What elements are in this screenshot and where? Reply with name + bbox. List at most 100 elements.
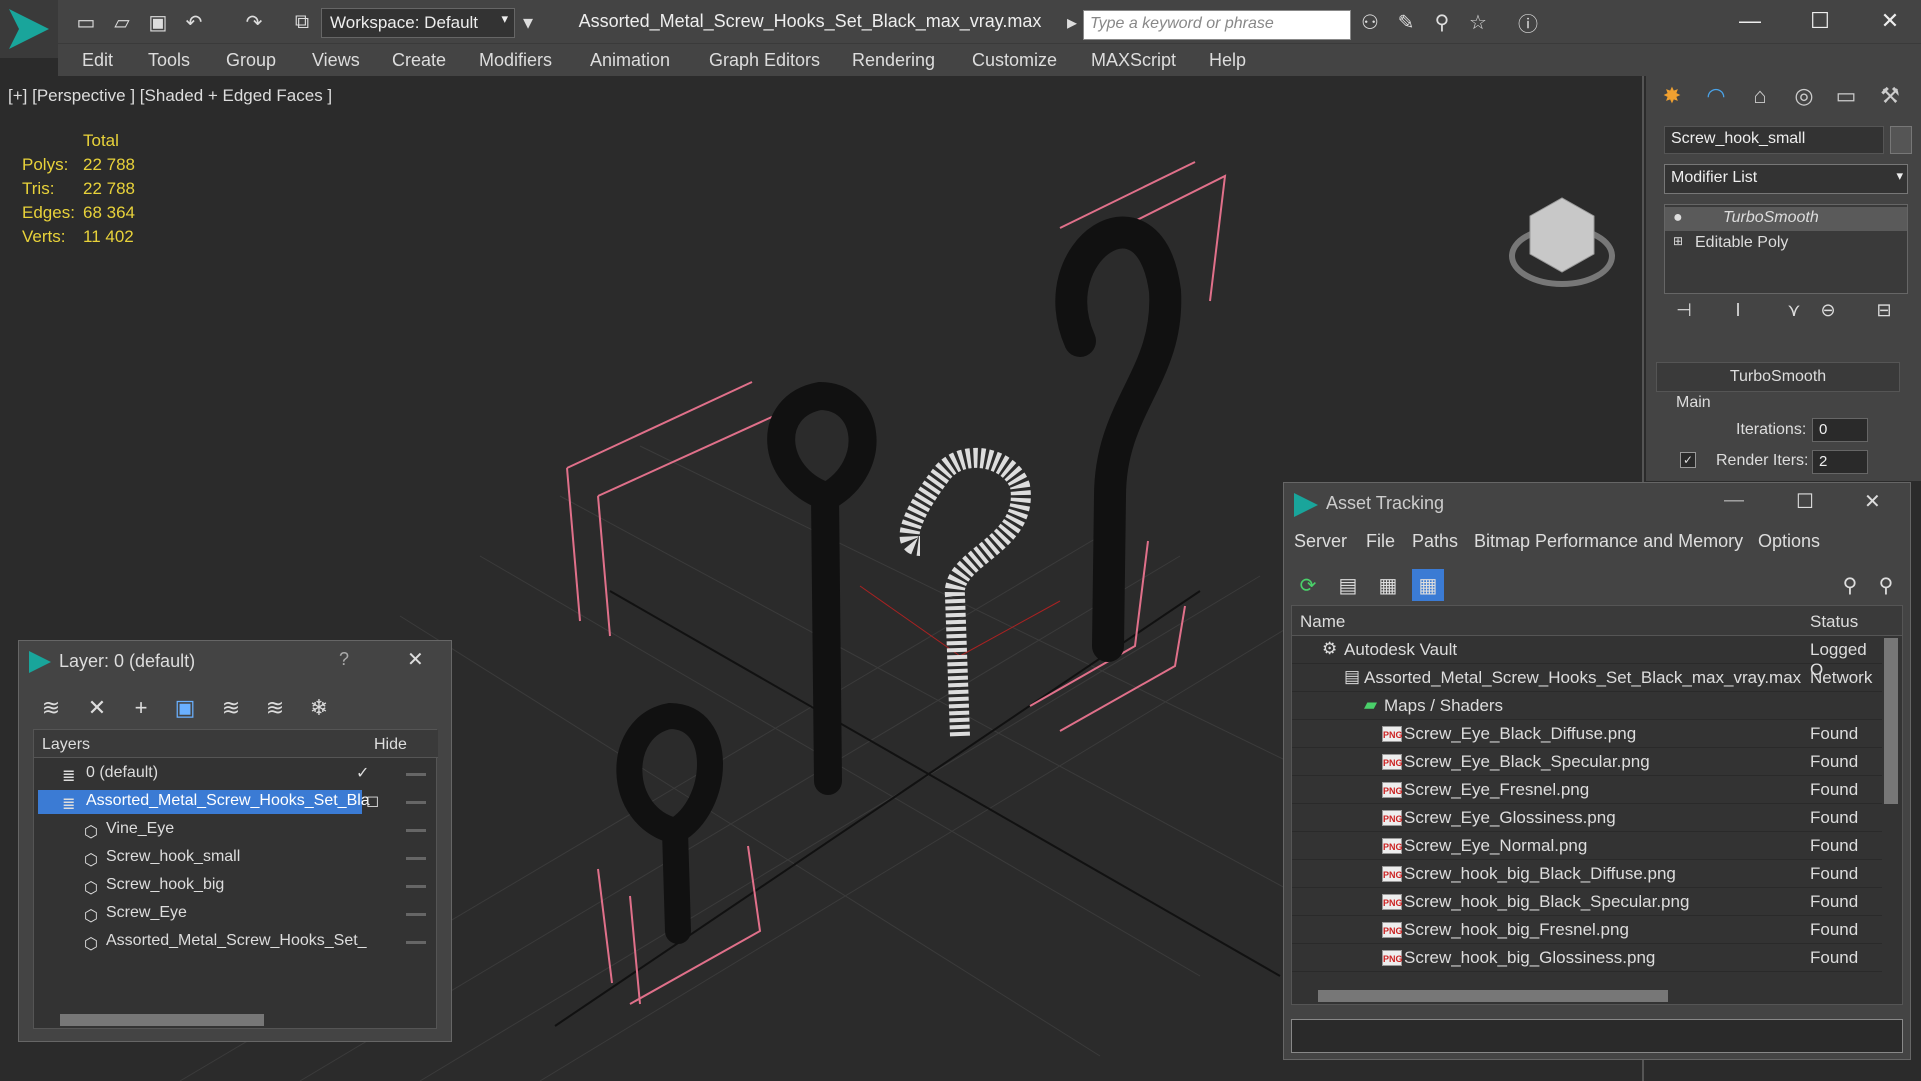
tools-icon[interactable]: ✎ [1392,8,1420,36]
asset-row[interactable]: PNG Screw_Eye_Fresnel.png Found [1292,776,1882,804]
menu-maxscript[interactable]: MAXScript [1091,50,1176,71]
layer-row[interactable]: ⬡ Assorted_Metal_Screw_Hooks_Set_ [34,928,438,956]
minimize-button[interactable]: — [1724,489,1744,512]
add-to-layer-icon[interactable]: + [125,693,157,723]
select-objects-icon[interactable]: ▣ [169,693,201,723]
help-button[interactable]: ? [339,649,349,670]
help-icon[interactable]: ⓘ [1514,8,1542,36]
configure-sets-icon[interactable]: ⊟ [1870,296,1898,324]
project-icon[interactable]: ⧉ [288,8,316,36]
favorites-icon[interactable]: ☆ [1464,8,1492,36]
col-hide[interactable]: Hide [374,736,407,754]
search-expand-icon[interactable]: ▸ [1058,8,1086,36]
menu-rendering[interactable]: Rendering [852,50,935,71]
list-view-icon[interactable]: ▤ [1332,569,1364,601]
table-view-icon[interactable]: ▦ [1412,569,1444,601]
layer-row[interactable]: ≣ Assorted_Metal_Screw_Hooks_Set_Bla ◻ [34,788,438,816]
stack-item-turbosmooth[interactable]: ● TurboSmooth [1665,207,1907,231]
workspace-menu-icon[interactable]: ▾ [514,8,542,36]
asset-row[interactable]: PNG Screw_Eye_Glossiness.png Found [1292,804,1882,832]
asset-row[interactable]: ⚙ Autodesk Vault Logged O [1292,636,1882,679]
maximize-button[interactable]: ☐ [1796,489,1814,514]
menu-file[interactable]: File [1366,531,1395,552]
col-status[interactable]: Status [1810,612,1858,632]
refresh-icon[interactable]: ⟳ [1292,569,1324,601]
hide-toggle[interactable] [406,829,426,832]
object-color-swatch[interactable] [1890,126,1912,154]
show-end-result-icon[interactable]: Ι [1724,296,1752,324]
menu-help[interactable]: Help [1209,50,1246,71]
modifier-list-dropdown[interactable]: Modifier List ▾ [1664,164,1908,194]
remove-modifier-icon[interactable]: ⊖ [1814,296,1842,324]
display-tab-icon[interactable]: ▭ [1830,80,1862,112]
modify-tab-icon[interactable]: ◠ [1700,80,1732,112]
menu-bitmap-performance[interactable]: Bitmap Performance and Memory [1474,531,1743,552]
create-layer-icon[interactable]: ≋ [35,693,67,723]
menu-group[interactable]: Group [226,50,276,71]
render-iters-checkbox[interactable]: ✓ [1680,452,1696,468]
col-layers[interactable]: Layers [42,736,90,754]
horizontal-scrollbar[interactable] [1318,990,1668,1002]
freeze-all-layers-icon[interactable]: ❄ [303,693,335,723]
minimize-button[interactable]: — [1720,2,1780,40]
render-iters-spinner[interactable]: 2 [1812,450,1868,474]
hide-toggle[interactable] [406,857,426,860]
layer-row[interactable]: ⬡ Screw_Eye [34,900,438,928]
search-input[interactable]: Type a keyword or phrase [1083,10,1351,40]
asset-row[interactable]: ▤ Assorted_Metal_Screw_Hooks_Set_Black_ma… [1292,664,1882,692]
layer-row[interactable]: ⬡ Screw_hook_small [34,844,438,872]
menu-customize[interactable]: Customize [972,50,1057,71]
hierarchy-tab-icon[interactable]: ⌂ [1744,80,1776,112]
highlight-layer-icon[interactable]: ≋ [215,693,247,723]
binoculars-icon[interactable]: ⚇ [1356,8,1384,36]
menu-edit[interactable]: Edit [82,50,113,71]
save-icon[interactable]: ▣ [144,8,172,36]
undo-icon[interactable]: ↶ [180,8,208,36]
thumbnail-view-icon[interactable]: ▦ [1372,569,1404,601]
layer-row[interactable]: ≣ 0 (default) ✓ [34,760,438,788]
menu-views[interactable]: Views [312,50,360,71]
hide-toggle[interactable] [406,913,426,916]
turbosmooth-rollout[interactable]: TurboSmooth [1656,362,1900,392]
layer-render-icon[interactable]: ◻ [366,791,379,811]
asset-row[interactable]: PNG Screw_hook_big_Glossiness.png Found [1292,944,1882,972]
sign-in-icon[interactable]: ⚲ [1428,8,1456,36]
asset-row[interactable]: ▰ Maps / Shaders [1292,692,1882,720]
layer-row[interactable]: ⬡ Screw_hook_big [34,872,438,900]
redo-icon[interactable]: ↷ [240,8,268,36]
close-button[interactable]: ✕ [1860,2,1920,40]
vault-help-icon[interactable]: ⚲ [1834,569,1866,601]
menu-create[interactable]: Create [392,50,446,71]
hide-toggle[interactable] [406,885,426,888]
menu-paths[interactable]: Paths [1412,531,1458,552]
utilities-tab-icon[interactable]: ⚒ [1874,80,1906,112]
asset-row[interactable]: PNG Screw_Eye_Normal.png Found [1292,832,1882,860]
menu-server[interactable]: Server [1294,531,1347,552]
motion-tab-icon[interactable]: ◎ [1788,80,1820,112]
menu-options[interactable]: Options [1758,531,1820,552]
asset-row[interactable]: PNG Screw_hook_big_Black_Specular.png Foun… [1292,888,1882,916]
stack-item-editable-poly[interactable]: ⊞ Editable Poly [1665,232,1907,256]
col-name[interactable]: Name [1300,612,1345,632]
asset-row[interactable]: PNG Screw_Eye_Black_Diffuse.png Found [1292,720,1882,748]
active-layer-check-icon[interactable]: ✓ [356,763,369,783]
help-icon[interactable]: ⚲ [1870,569,1902,601]
create-tab-icon[interactable]: ✸ [1656,80,1688,112]
workspace-dropdown[interactable]: Workspace: Default ▾ [321,8,515,38]
viewport-label[interactable]: [+] [Perspective ] [Shaded + Edged Faces… [8,86,332,106]
menu-graph-editors[interactable]: Graph Editors [709,50,820,71]
asset-row[interactable]: PNG Screw_Eye_Black_Specular.png Found [1292,748,1882,776]
hide-all-layers-icon[interactable]: ≋ [259,693,291,723]
hide-toggle[interactable] [406,801,426,804]
close-icon[interactable]: ✕ [407,647,424,672]
horizontal-scrollbar[interactable] [60,1014,264,1026]
object-name-field[interactable]: Screw_hook_small [1664,126,1884,154]
delete-layer-icon[interactable]: ✕ [81,693,113,723]
app-logo-button[interactable] [0,0,58,58]
iterations-spinner[interactable]: 0 [1812,418,1868,442]
layer-row[interactable]: ⬡ Vine_Eye [34,816,438,844]
make-unique-icon[interactable]: ⋎ [1780,296,1808,324]
lightbulb-icon[interactable]: ● [1673,209,1683,227]
asset-row[interactable]: PNG Screw_hook_big_Fresnel.png Found [1292,916,1882,944]
close-icon[interactable]: ✕ [1864,489,1881,514]
